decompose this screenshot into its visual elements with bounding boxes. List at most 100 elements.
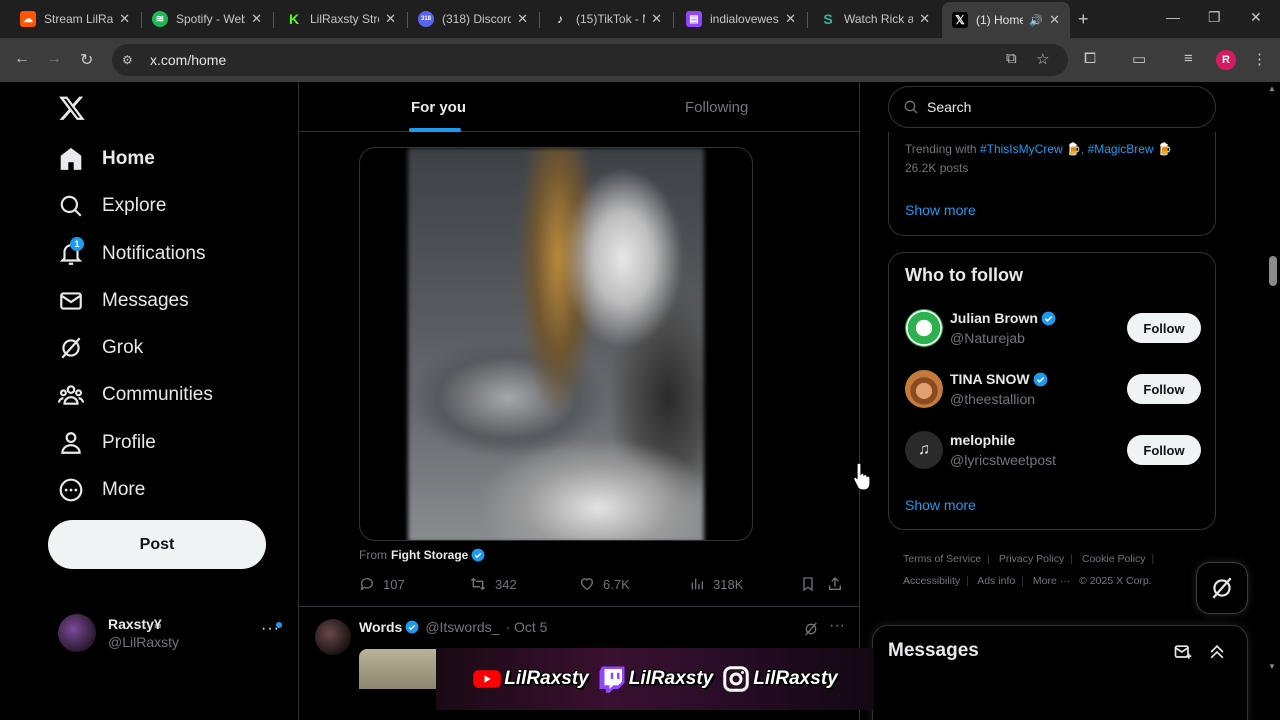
repost-count: 342 xyxy=(495,576,517,592)
soundcloud-icon: ☁ xyxy=(20,11,36,27)
post-button[interactable]: Post xyxy=(48,520,266,569)
footer-link[interactable]: Ads info xyxy=(977,575,1015,587)
new-tab-button[interactable]: + xyxy=(1078,9,1089,30)
close-icon[interactable]: ✕ xyxy=(785,11,796,27)
post-media[interactable] xyxy=(359,649,439,689)
follow-button[interactable]: Follow xyxy=(1127,374,1201,404)
messages-drawer[interactable]: Messages xyxy=(872,625,1248,720)
tab-twitch[interactable]: ▤ indialovewest ✕ xyxy=(676,4,806,34)
source-link[interactable]: Fight Storage xyxy=(391,548,468,562)
author-name[interactable]: Words xyxy=(359,619,402,635)
close-icon[interactable]: ✕ xyxy=(385,11,396,27)
post-video[interactable] xyxy=(359,147,753,541)
menu-kebab-icon[interactable]: ⋮ xyxy=(1252,50,1267,68)
nav-explore[interactable]: Explore xyxy=(58,191,166,221)
close-icon[interactable]: ✕ xyxy=(251,11,262,27)
hashtag-link[interactable]: #MagicBrew xyxy=(1088,142,1154,156)
hashtag-link[interactable]: #ThisIsMyCrew xyxy=(980,142,1063,156)
chevron-up-icon[interactable] xyxy=(1207,642,1227,662)
x-page: Home Explore 1 Notifications Messages Gr… xyxy=(0,82,1280,720)
close-icon[interactable]: ✕ xyxy=(919,11,930,27)
media-control-icon[interactable]: ≡ xyxy=(1184,50,1193,67)
minimize-button[interactable]: — xyxy=(1166,9,1180,25)
tab-soundcloud[interactable]: ☁ Stream LilRaxsty ✕ xyxy=(10,4,140,34)
show-more-link[interactable]: Show more xyxy=(905,497,976,513)
footer-link[interactable]: Cookie Policy xyxy=(1082,553,1146,565)
footer-link[interactable]: Terms of Service xyxy=(903,553,981,565)
overlay-youtube: LilRaxsty xyxy=(472,664,589,694)
follow-suggestion[interactable]: Julian Brown @Naturejab Follow xyxy=(905,309,1201,349)
share-button[interactable] xyxy=(827,576,851,592)
scrollbar-thumb[interactable] xyxy=(1269,256,1277,286)
new-message-icon[interactable] xyxy=(1173,642,1193,662)
tab-kick[interactable]: K LilRaxsty Stream ✕ xyxy=(276,4,406,34)
nav-messages[interactable]: Messages xyxy=(58,286,189,316)
show-more-link[interactable]: Show more xyxy=(905,202,976,218)
tab-title: (15)TikTok - Make Your Day xyxy=(576,12,645,26)
tab-for-you[interactable]: For you xyxy=(411,82,466,132)
repost-button[interactable]: 342 xyxy=(469,576,517,592)
footer-link[interactable]: Accessibility xyxy=(903,575,960,587)
profile-avatar[interactable]: R xyxy=(1216,50,1236,70)
address-bar[interactable]: ⚙ x.com/home xyxy=(112,44,1068,76)
footer-link[interactable]: More ··· xyxy=(1033,575,1070,587)
nav-notifications[interactable]: 1 Notifications xyxy=(58,237,206,269)
nav-label: Profile xyxy=(102,432,156,453)
speaker-icon[interactable]: 🔊 xyxy=(1029,14,1043,27)
nav-grok[interactable]: Grok xyxy=(58,333,143,363)
more-dots-icon[interactable]: ··· xyxy=(829,617,845,635)
x-logo-icon[interactable] xyxy=(58,94,86,122)
maximize-button[interactable]: ❐ xyxy=(1208,9,1221,26)
install-app-icon[interactable]: ⧉ xyxy=(1006,50,1017,67)
search-input[interactable]: Search xyxy=(888,86,1216,128)
close-window-button[interactable]: ✕ xyxy=(1250,9,1262,26)
grok-floating-button[interactable] xyxy=(1196,562,1248,614)
nav-home[interactable]: Home xyxy=(58,144,155,174)
grok-icon[interactable] xyxy=(803,621,819,637)
tab-following[interactable]: Following xyxy=(685,82,748,132)
heart-icon xyxy=(581,578,593,591)
follow-button[interactable]: Follow xyxy=(1127,435,1201,465)
messages-title: Messages xyxy=(888,640,979,661)
nav-profile[interactable]: Profile xyxy=(58,428,156,458)
post-date[interactable]: · Oct 5 xyxy=(505,619,547,635)
mail-icon xyxy=(58,288,84,314)
follow-button[interactable]: Follow xyxy=(1127,313,1201,343)
verified-badge-icon xyxy=(1041,311,1056,326)
like-button[interactable]: 6.7K xyxy=(579,576,630,592)
follow-suggestion[interactable]: TINA SNOW @theestallion Follow xyxy=(905,370,1201,410)
tab-spotify[interactable]: ≋ Spotify - Web Player ✕ xyxy=(142,4,272,34)
tab-search-icon[interactable]: ▭ xyxy=(1132,50,1146,68)
unread-dot xyxy=(276,622,282,628)
search-icon xyxy=(58,193,84,219)
nav-communities[interactable]: Communities xyxy=(58,380,213,410)
nav-label: Notifications xyxy=(102,243,206,264)
tab-stremio[interactable]: S Watch Rick and Morty ✕ xyxy=(810,4,940,34)
nav-more[interactable]: More xyxy=(58,475,145,505)
scroll-down-arrow-icon[interactable]: ▼ xyxy=(1268,662,1276,671)
reload-button[interactable]: ↻ xyxy=(80,50,93,70)
follow-suggestion[interactable]: ♫ melophile @lyricstweetpost Follow xyxy=(905,431,1201,471)
close-icon[interactable]: ✕ xyxy=(119,11,130,27)
author-handle[interactable]: @Itswords_ xyxy=(425,619,499,635)
scrollbar-track[interactable] xyxy=(1266,82,1280,676)
active-tab-indicator xyxy=(409,128,461,132)
bookmark-button[interactable] xyxy=(800,576,824,592)
tiktok-icon: ♪ xyxy=(552,11,568,27)
tab-tiktok[interactable]: ♪ (15)TikTok - Make Your Day ✕ xyxy=(542,4,672,34)
close-icon[interactable]: ✕ xyxy=(651,11,662,27)
views-button[interactable]: 318K xyxy=(689,576,743,592)
close-icon[interactable]: ✕ xyxy=(1049,12,1060,28)
tab-discord[interactable]: 318 (318) Discord ✕ xyxy=(408,4,538,34)
forward-button[interactable]: → xyxy=(46,50,62,68)
reply-button[interactable]: 107 xyxy=(359,576,405,592)
tab-x-home[interactable]: 𝕏 (1) Home / X 🔊 ✕ xyxy=(942,2,1070,38)
scroll-up-arrow-icon[interactable]: ▲ xyxy=(1268,84,1276,93)
site-settings-icon[interactable]: ⚙ xyxy=(122,53,138,67)
account-switcher[interactable]: Raxsty¥ @LilRaxsty ··· xyxy=(58,612,290,654)
bookmark-star-icon[interactable]: ☆ xyxy=(1036,50,1049,68)
footer-link[interactable]: Privacy Policy xyxy=(999,553,1064,565)
back-button[interactable]: ← xyxy=(14,50,30,68)
close-icon[interactable]: ✕ xyxy=(517,11,528,27)
extensions-icon[interactable]: ⧠ xyxy=(1084,50,1096,67)
